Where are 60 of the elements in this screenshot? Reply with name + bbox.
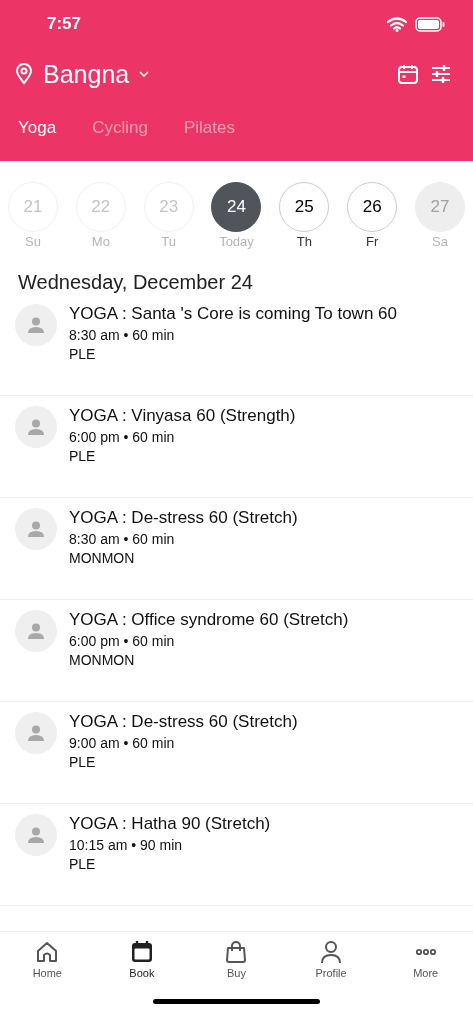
instructor-name: PLE [69,346,97,362]
filter-icon[interactable] [431,64,451,84]
category-tab[interactable]: Yoga [18,118,57,138]
class-title: YOGA : De-stress 60 (Stretch) [69,712,298,732]
avatar-icon [15,406,57,448]
class-time: 8:30 am • 60 min [69,327,176,343]
avatar-icon [15,814,57,856]
class-time: 10:15 am • 90 min [69,837,184,853]
location-selector[interactable]: Bangna [15,59,150,89]
class-title: YOGA : De-stress 60 (Stretch) [69,508,298,528]
weekday-label: Sa [432,234,448,249]
class-list-item[interactable]: YOGA : Vinyasa 60 (Strength) 6:00 pm • 60 min PLE [0,396,473,498]
home-icon [35,940,60,964]
class-title: YOGA : Santa 's Core is coming To town 60 [69,304,397,324]
instructor-name: MONMON [69,550,136,566]
weekday-label: Today [219,234,254,249]
class-time: 9:00 am • 60 min [69,735,176,751]
avatar-icon [15,610,57,652]
class-title: YOGA : Vinyasa 60 (Strength) [69,406,296,426]
date-button[interactable]: 24 [211,182,262,232]
class-list-item[interactable]: YOGA : Santa 's Core is coming To town 60 8:30 am • 60 min PLE [0,294,473,396]
weekday-label: Mo [91,234,110,249]
nav-tab[interactable]: Buy [201,940,272,999]
person-icon [319,940,344,964]
calendar-icon[interactable] [397,63,419,85]
class-time: 6:00 pm • 60 min [69,429,176,445]
instructor-name: PLE [69,856,97,872]
date-button[interactable]: 25 [279,182,330,232]
date-button[interactable]: 26 [347,182,398,232]
nav-tab[interactable]: Profile [296,940,367,999]
avatar-icon [15,508,57,550]
class-list-item[interactable]: YOGA : De-stress 60 (Stretch) 9:00 am • 60 min PLE [0,702,473,804]
class-list-item[interactable]: YOGA : Office syndrome 60 (Stretch) 6:00 pm • 60 min MONMON [0,600,473,702]
weekday-label: Tu [161,234,176,249]
more-icon [413,948,438,956]
weekday-label: Fr [366,234,379,249]
avatar-icon [15,712,57,754]
calendar-icon [129,940,154,964]
wifi-icon [387,16,407,32]
instructor-name: MONMON [69,652,136,668]
shopping-bag-icon [224,940,249,964]
day-heading: Wednesday, December 24 [17,270,254,294]
battery-icon [415,16,445,32]
instructor-name: PLE [69,754,97,770]
instructor-name: PLE [69,448,97,464]
weekday-label: Th [296,234,312,249]
class-list-item[interactable]: YOGA : De-stress 60 (Stretch) 8:30 am • 60 min MONMON [0,498,473,600]
chevron-down-icon [139,71,150,77]
nav-tab[interactable]: More [390,940,461,999]
avatar-icon [15,304,57,346]
class-list-item[interactable]: YOGA : Hatha 90 (Stretch) 10:15 am • 90 min PLE [0,804,473,906]
nav-tab[interactable]: Book [106,940,177,999]
class-title: YOGA : Office syndrome 60 (Stretch) [69,610,349,630]
class-time: 8:30 am • 60 min [69,531,176,547]
location-pin-icon [15,63,33,85]
status-time: 7:57 [47,14,82,34]
nav-tab[interactable]: Home [12,940,83,999]
class-title: YOGA : Hatha 90 (Stretch) [69,814,271,834]
class-time: 6:00 pm • 60 min [69,633,176,649]
weekday-label: Su [25,234,41,249]
